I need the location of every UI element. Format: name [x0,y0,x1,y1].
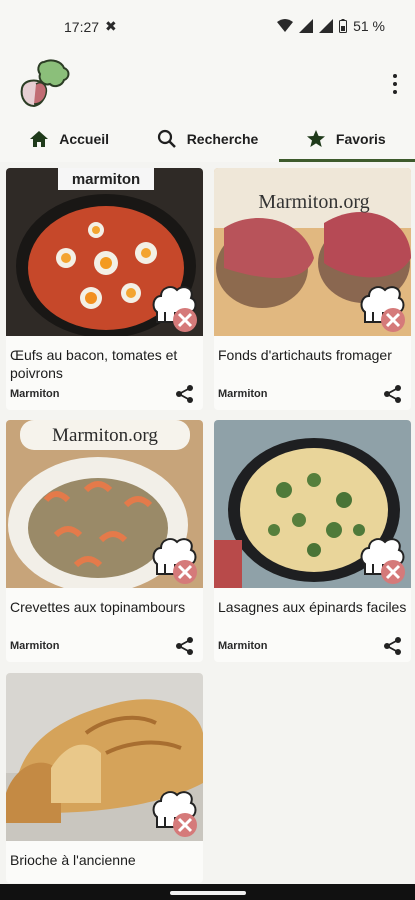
tab-label: Recherche [186,131,259,147]
tab-favoris[interactable]: Favoris [277,116,415,162]
recipe-title: Lasagnes aux épinards faciles [218,599,407,615]
tab-label: Accueil [59,131,110,147]
app-logo-icon [20,59,70,108]
signal-icon [299,19,314,33]
recipe-card[interactable]: marmiton Œufs au bacon, tomates et poivr… [6,168,203,410]
tab-accueil[interactable]: Accueil [0,116,138,162]
wifi-icon [277,19,294,32]
signal-icon-2 [319,19,334,33]
status-time: 17:27 [64,19,100,35]
system-navigation-bar [0,884,415,900]
overflow-menu-button[interactable] [391,74,399,94]
chef-hat-remove-icon[interactable] [151,787,197,839]
recipe-card[interactable]: Marmiton.org Fonds d'artichauts fromager… [214,168,411,410]
recipe-source: Marmiton [218,388,268,400]
battery-level: 51 % [353,18,385,34]
recipe-title: Œufs au bacon, tomates et poivrons [10,347,178,381]
tab-recherche[interactable]: Recherche [138,116,276,162]
star-icon [306,130,325,147]
chef-hat-remove-icon[interactable] [151,282,197,334]
tab-label: Favoris [335,131,386,147]
recipe-source: Marmiton [10,640,60,652]
search-icon [157,129,176,148]
chef-hat-remove-icon[interactable] [359,534,405,586]
status-bar: 17:27 ✖ 51 % [0,0,415,52]
share-icon[interactable] [383,636,403,656]
recipe-title: Brioche à l'ancienne [10,852,136,868]
recipe-card[interactable]: Marmiton.org Crevettes aux topinambours … [6,420,203,662]
share-icon[interactable] [175,384,195,404]
status-indicators: 51 % [277,18,385,34]
recipe-card[interactable]: Lasagnes aux épinards faciles Marmiton [214,420,411,662]
image-watermark: Marmiton.org [52,425,158,446]
share-icon[interactable] [175,636,195,656]
image-watermark: Marmiton.org [258,191,369,213]
recipe-title: Fonds d'artichauts fromager [218,347,392,363]
home-icon [30,131,49,147]
app-bar [0,52,415,116]
recipe-card[interactable]: Brioche à l'ancienne [6,673,203,883]
recipe-source: Marmiton [218,640,268,652]
chef-hat-remove-icon[interactable] [359,282,405,334]
chef-hat-remove-icon[interactable] [151,534,197,586]
share-icon[interactable] [383,384,403,404]
notification-icon: ✖ [105,18,117,34]
home-gesture-handle[interactable] [170,891,246,895]
tab-bar: Accueil Recherche Favoris [0,116,415,162]
image-watermark: marmiton [72,171,140,188]
battery-icon [339,19,348,33]
recipe-title: Crevettes aux topinambours [10,599,186,615]
recipe-source: Marmiton [10,388,60,400]
